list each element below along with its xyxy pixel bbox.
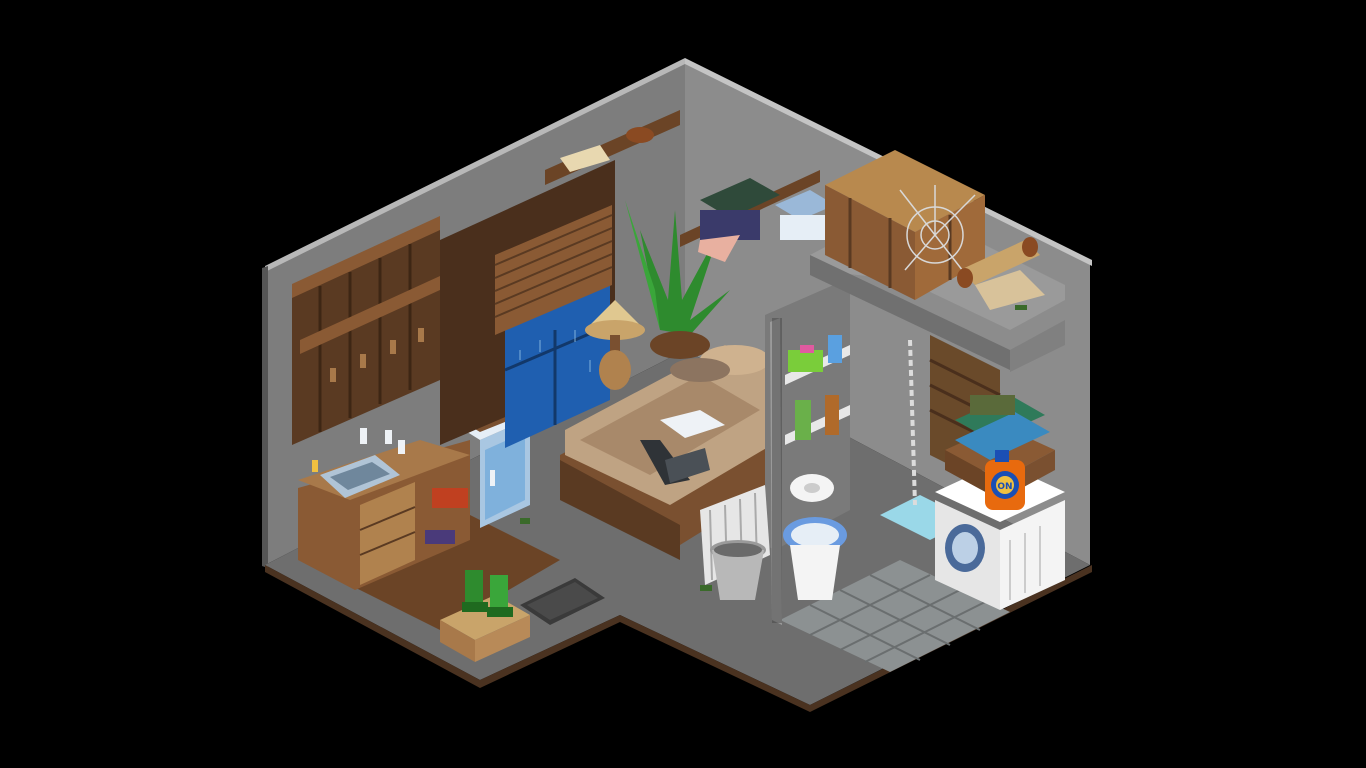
detergent-label: ON xyxy=(997,482,1012,492)
rat-figure xyxy=(626,127,654,143)
left-wall-edge xyxy=(262,266,268,568)
tissue-box xyxy=(788,350,823,372)
room-scene: ON xyxy=(262,58,1092,712)
bottle-green xyxy=(795,400,811,440)
bottle-amber xyxy=(825,395,839,435)
toothbrush-cup xyxy=(828,335,842,363)
